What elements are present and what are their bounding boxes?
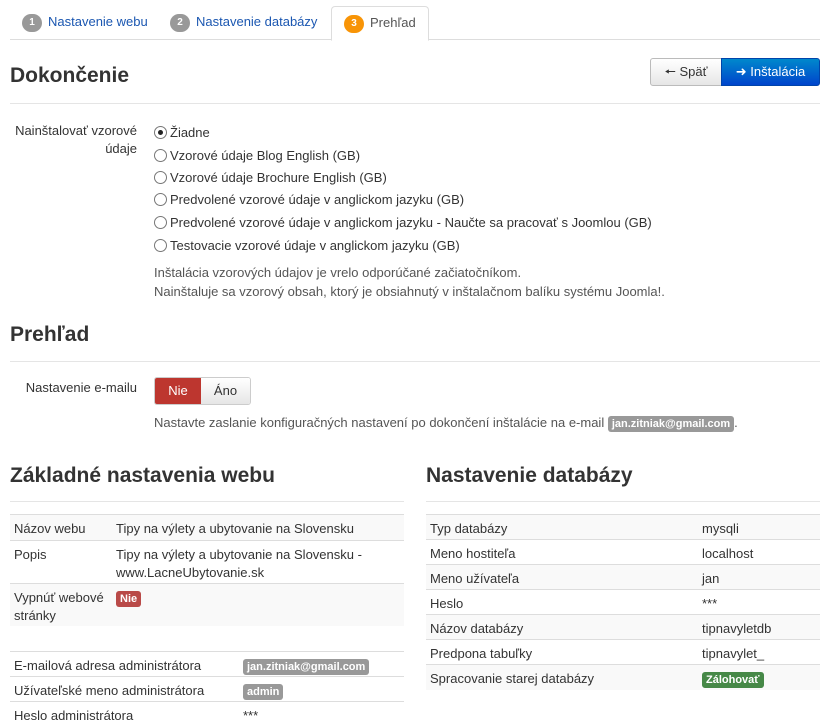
back-button[interactable]: 🠔 Späť — [650, 58, 722, 86]
radio-sample-testing[interactable]: Testovacie vzorové údaje v anglickom jaz… — [154, 237, 460, 255]
username-badge: admin — [243, 684, 284, 700]
divider — [10, 501, 404, 502]
install-label: Inštalácia — [750, 64, 806, 79]
tab-overview[interactable]: 3 Prehľad — [331, 6, 429, 41]
sample-help-line-2: Nainštaluje sa vzorový obsah, ktorý je o… — [154, 284, 665, 299]
tab-label: Prehľad — [370, 15, 416, 30]
row-value: Tipy na výlety a ubytovanie na Slovensku… — [116, 547, 362, 580]
email-help: Nastavte zaslanie konfiguračných nastave… — [154, 415, 738, 432]
row-label: Predpona tabuľky — [430, 646, 533, 661]
email-badge: jan.zitniak@gmail.com — [607, 416, 735, 432]
tab-label: Nastavenie webu — [48, 14, 148, 29]
email-badge: jan.zitniak@gmail.com — [243, 659, 370, 675]
step-number-badge: 2 — [170, 14, 190, 32]
row-value: *** — [243, 708, 259, 723]
step-number-badge: 1 — [22, 14, 42, 32]
table-row: Užívateľské meno administrátora admin — [10, 676, 404, 701]
sample-help-line-1: Inštalácia vzorových údajov je vrelo odp… — [154, 265, 522, 280]
row-label: Užívateľské meno administrátora — [14, 683, 205, 698]
divider — [426, 501, 820, 502]
row-value: mysqli — [702, 521, 739, 536]
row-label: Názov databázy — [430, 621, 524, 636]
radio-icon — [154, 193, 167, 206]
table-row: Heslo administrátora *** — [10, 701, 404, 726]
table-row: Predpona tabuľky tipnavylet_ — [426, 639, 820, 664]
row-value: Nie — [116, 589, 142, 607]
radio-sample-none[interactable]: Žiadne — [154, 124, 210, 142]
row-value: Tipy na výlety a ubytovanie na Slovensku — [116, 521, 354, 536]
row-label: Spracovanie starej databázy — [430, 671, 595, 686]
toggle-no-button[interactable]: Nie — [155, 378, 201, 404]
radio-icon — [154, 149, 167, 162]
row-label: Typ databázy — [430, 521, 508, 536]
status-badge: Nie — [116, 591, 142, 607]
row-label: Popis — [14, 547, 47, 562]
divider — [10, 103, 820, 104]
row-value: *** — [702, 596, 718, 611]
radio-icon — [154, 239, 167, 252]
step-number-badge: 3 — [344, 15, 364, 33]
table-row: E-mailová adresa administrátora jan.zitn… — [10, 651, 404, 676]
arrow-left-icon: 🠔 — [664, 64, 676, 79]
row-value: jan.zitniak@gmail.com — [243, 657, 370, 675]
row-value: tipnavylet_ — [702, 646, 765, 661]
radio-checked-icon — [154, 126, 167, 139]
table-row: Názov databázy tipnavyletdb — [426, 614, 820, 639]
row-label: Meno užívateľa — [430, 571, 520, 586]
row-value: jan — [702, 571, 720, 586]
email-settings-label: Nastavenie e-mailu — [25, 380, 137, 395]
email-toggle: Nie Áno — [154, 377, 251, 405]
radio-sample-learn[interactable]: Predvolené vzorové údaje v anglickom jaz… — [154, 214, 652, 232]
table-row: Spracovanie starej databázy Zálohovať — [426, 664, 820, 690]
toggle-yes-button[interactable]: Áno — [201, 378, 250, 404]
table-row: Meno užívateľa jan — [426, 564, 820, 589]
tab-site-settings[interactable]: 1 Nastavenie webu — [10, 6, 160, 40]
row-label: Vypnúť webové stránky — [14, 590, 104, 623]
radio-sample-default[interactable]: Predvolené vzorové údaje v anglickom jaz… — [154, 191, 464, 209]
row-label: Názov webu — [14, 521, 86, 536]
database-settings-title: Nastavenie databázy — [426, 464, 633, 487]
table-row: Vypnúť webové stránky Nie — [10, 583, 404, 626]
install-button[interactable]: ➜ Inštalácia — [721, 58, 820, 86]
radio-sample-blog[interactable]: Vzorové údaje Blog English (GB) — [154, 147, 360, 165]
table-row: Popis Tipy na výlety a ubytovanie na Slo… — [10, 540, 404, 583]
arrow-right-icon: ➜ — [735, 64, 747, 79]
status-badge: Zálohovať — [702, 672, 764, 688]
overview-title: Prehľad — [10, 323, 90, 346]
row-value: admin — [243, 682, 284, 700]
row-label: Heslo administrátora — [14, 708, 134, 723]
radio-sample-brochure[interactable]: Vzorové údaje Brochure English (GB) — [154, 169, 387, 187]
table-row: Heslo *** — [426, 589, 820, 614]
row-value: tipnavyletdb — [702, 621, 772, 636]
tab-label: Nastavenie databázy — [196, 14, 318, 29]
radio-icon — [154, 216, 167, 229]
step-tabs: 1 Nastavenie webu 2 Nastavenie databázy 3P… — [10, 6, 820, 41]
sample-data-label: Nainštalovať vzorové údaje — [15, 123, 137, 156]
row-value: Zálohovať — [702, 670, 764, 688]
table-row: Meno hostiteľa localhost — [426, 539, 820, 564]
finish-title: Dokončenie — [10, 64, 130, 87]
site-settings-title: Základné nastavenia webu — [10, 464, 275, 487]
row-label: Heslo — [430, 596, 464, 611]
table-row: Názov webu Tipy na výlety a ubytovanie n… — [10, 514, 404, 540]
row-label: E-mailová adresa administrátora — [14, 658, 202, 673]
back-label: Späť — [679, 64, 708, 79]
row-label: Meno hostiteľa — [430, 546, 516, 561]
tab-database-settings[interactable]: 2 Nastavenie databázy — [158, 6, 329, 40]
row-value: localhost — [702, 546, 754, 561]
table-row: Typ databázy mysqli — [426, 514, 820, 539]
radio-icon — [154, 171, 167, 184]
divider — [10, 361, 820, 362]
